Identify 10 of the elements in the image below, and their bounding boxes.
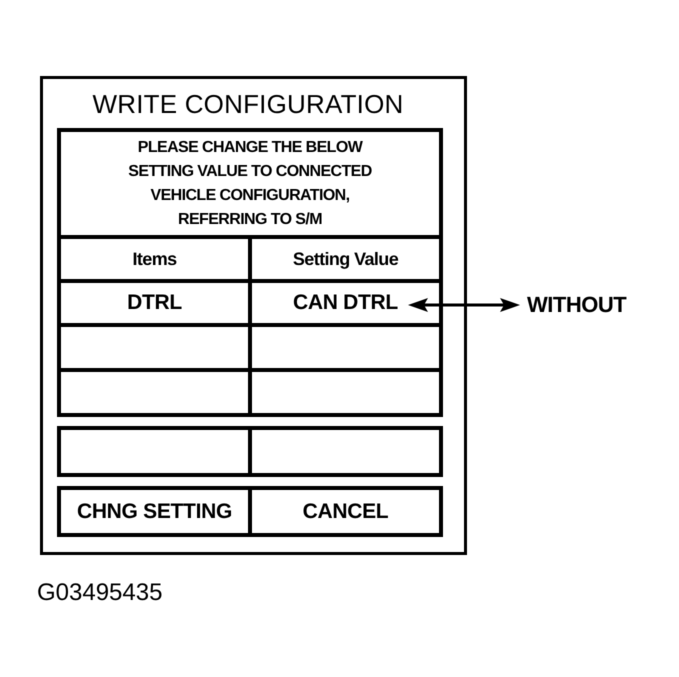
dialog-button[interactable]: CHNG SETTING xyxy=(61,490,248,533)
table-cell: DTRL xyxy=(61,283,248,323)
figure-id: G03495435 xyxy=(37,580,162,606)
column-header: Setting Value xyxy=(252,239,439,279)
message-text: PLEASE CHANGE THE BELOW SETTING VALUE TO CONNECTED VEHICLE CONFIGURATION, REFERRING TO S/M xyxy=(128,138,372,230)
dialog-button[interactable]: CANCEL xyxy=(252,490,439,533)
table-cell: CAN DTRL xyxy=(252,283,439,323)
callout-label: WITHOUT xyxy=(527,292,626,318)
dialog-title: WRITE CONFIGURATION xyxy=(92,88,404,118)
column-header: Items xyxy=(61,239,248,279)
